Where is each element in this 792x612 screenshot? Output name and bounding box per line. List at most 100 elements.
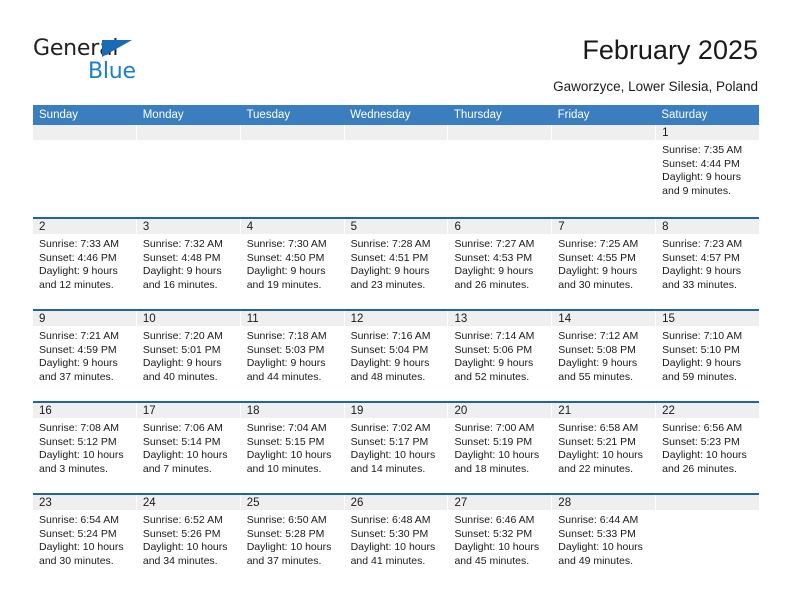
day-sun-info: Sunrise: 6:48 AM Sunset: 5:30 PM Daylight:… [345,511,448,568]
day-number [33,125,136,141]
calendar-page: General Blue February 2025 Gaworzyce, Lo… [0,0,792,612]
day-number: 22 [656,403,760,419]
calendar-day-cell[interactable]: 28 Sunrise: 6:44 AM Sunset: 5:33 PM Dayligh… [552,495,657,585]
day-number: 28 [552,495,656,511]
sunset-text: Sunset: 5:17 PM [350,435,429,448]
calendar-day-cell[interactable]: 20 Sunrise: 7:00 AM Sunset: 5:19 PM Dayligh… [448,403,553,493]
day-number: 2 [33,219,136,235]
sunset-text: Sunset: 5:14 PM [142,435,221,448]
day-number [344,125,448,141]
calendar-day-cell[interactable]: 12 Sunrise: 7:16 AM Sunset: 5:04 PM Dayligh… [344,311,449,401]
sunset-text: Sunset: 5:08 PM [558,343,636,356]
calendar-day-cell[interactable]: 19 Sunrise: 7:02 AM Sunset: 5:17 PM Dayligh… [344,403,449,493]
calendar-day-cell[interactable]: 11 Sunrise: 7:18 AM Sunset: 5:03 PM Dayligh… [240,311,345,401]
weekday-header-tuesday: Tuesday [246,109,291,121]
calendar-day-cell-empty [552,125,657,217]
day-number: 13 [448,311,552,327]
generalblue-logo[interactable]: General Blue [33,36,233,92]
sunrise-text: Sunrise: 7:10 AM [662,330,743,342]
calendar-day-cell[interactable]: 16 Sunrise: 7:08 AM Sunset: 5:12 PM Dayligh… [33,403,137,493]
calendar-day-cell[interactable]: 23 Sunrise: 6:54 AM Sunset: 5:24 PM Dayligh… [33,495,137,585]
day-number: 26 [344,495,448,511]
sunset-text: Sunset: 5:06 PM [454,343,533,356]
daylight-text: Daylight: 10 hours and 30 minutes. [39,541,124,567]
daylight-text: Daylight: 9 hours and 9 minutes. [662,171,741,197]
day-number: 5 [344,219,448,235]
calendar-day-cell[interactable]: 17 Sunrise: 7:06 AM Sunset: 5:14 PM Dayligh… [136,403,241,493]
weekday-header-friday: Friday [557,109,590,121]
calendar-day-cell[interactable]: 3 Sunrise: 7:32 AM Sunset: 4:48 PM Daylight… [136,219,241,309]
calendar-day-cell[interactable]: 2 Sunrise: 7:33 AM Sunset: 4:46 PM Daylight… [33,219,137,309]
day-sun-info: Sunrise: 6:44 AM Sunset: 5:33 PM Daylight:… [552,511,655,568]
sunset-text: Sunset: 4:44 PM [662,157,740,170]
sunset-text: Sunset: 5:15 PM [246,435,325,448]
day-number: 19 [344,403,448,419]
sunset-text: Sunset: 5:30 PM [350,527,429,540]
calendar-day-cell[interactable]: 25 Sunrise: 6:50 AM Sunset: 5:28 PM Dayligh… [240,495,345,585]
calendar-day-cell[interactable]: 24 Sunrise: 6:52 AM Sunset: 5:26 PM Dayligh… [136,495,241,585]
calendar-day-cell[interactable]: 5 Sunrise: 7:28 AM Sunset: 4:51 PM Daylight… [344,219,449,309]
day-number: 3 [136,219,240,235]
calendar-day-cell-empty [240,125,345,217]
calendar-day-cell[interactable]: 18 Sunrise: 7:04 AM Sunset: 5:15 PM Dayligh… [240,403,345,493]
day-sun-info: Sunrise: 7:00 AM Sunset: 5:19 PM Daylight:… [448,419,551,476]
sunset-text: Sunset: 5:26 PM [142,527,221,540]
sunset-text: Sunset: 4:55 PM [558,251,636,264]
day-sun-info: Sunrise: 7:16 AM Sunset: 5:04 PM Daylight:… [345,327,448,384]
day-number: 21 [552,403,656,419]
daylight-text: Daylight: 9 hours and 23 minutes. [350,265,430,291]
day-sun-info: Sunrise: 7:20 AM Sunset: 5:01 PM Daylight:… [137,327,240,384]
day-number: 12 [344,311,448,327]
day-number: 25 [240,495,344,511]
sunset-text: Sunset: 5:28 PM [246,527,325,540]
daylight-text: Daylight: 9 hours and 30 minutes. [558,265,638,291]
daylight-text: Daylight: 10 hours and 22 minutes. [558,449,643,475]
sunrise-text: Sunrise: 7:23 AM [662,238,743,250]
sunrise-text: Sunrise: 7:25 AM [558,238,639,250]
calendar-day-cell[interactable]: 10 Sunrise: 7:20 AM Sunset: 5:01 PM Dayligh… [136,311,241,401]
day-sun-info: Sunrise: 6:52 AM Sunset: 5:26 PM Daylight:… [137,511,240,568]
calendar-day-cell[interactable]: 22 Sunrise: 6:56 AM Sunset: 5:23 PM Dayligh… [656,403,760,493]
day-number: 7 [552,219,656,235]
sunrise-text: Sunrise: 7:35 AM [662,144,743,156]
daylight-text: Daylight: 10 hours and 18 minutes. [454,449,540,475]
daylight-text: Daylight: 9 hours and 40 minutes. [142,357,222,383]
day-sun-info: Sunrise: 7:04 AM Sunset: 5:15 PM Daylight:… [241,419,344,476]
calendar-week-row: 16 Sunrise: 7:08 AM Sunset: 5:12 PM Dayligh… [33,401,760,493]
sunrise-text: Sunrise: 7:12 AM [558,330,639,342]
weekday-header-saturday: Saturday [661,109,708,121]
day-sun-info: Sunrise: 7:28 AM Sunset: 4:51 PM Daylight:… [345,235,448,292]
calendar-day-cell[interactable]: 7 Sunrise: 7:25 AM Sunset: 4:55 PM Daylight… [552,219,657,309]
sunrise-text: Sunrise: 7:06 AM [142,422,223,434]
sunrise-text: Sunrise: 7:20 AM [142,330,223,342]
calendar-day-cell[interactable]: 9 Sunrise: 7:21 AM Sunset: 4:59 PM Daylight… [33,311,137,401]
day-sun-info: Sunrise: 6:58 AM Sunset: 5:21 PM Daylight:… [552,419,655,476]
sunrise-text: Sunrise: 7:27 AM [454,238,535,250]
sunrise-text: Sunrise: 7:04 AM [246,422,327,434]
sunset-text: Sunset: 4:59 PM [39,343,117,356]
calendar-day-cell[interactable]: 14 Sunrise: 7:12 AM Sunset: 5:08 PM Dayligh… [552,311,657,401]
day-number [136,125,240,141]
calendar-day-cell[interactable]: 1 Sunrise: 7:35 AM Sunset: 4:44 PM Daylight… [656,125,760,217]
daylight-text: Daylight: 9 hours and 16 minutes. [142,265,222,291]
calendar-day-cell[interactable]: 6 Sunrise: 7:27 AM Sunset: 4:53 PM Daylight… [448,219,553,309]
calendar-day-cell[interactable]: 21 Sunrise: 6:58 AM Sunset: 5:21 PM Dayligh… [552,403,657,493]
calendar-day-cell[interactable]: 15 Sunrise: 7:10 AM Sunset: 5:10 PM Dayligh… [656,311,760,401]
sunset-text: Sunset: 5:19 PM [454,435,533,448]
sunrise-text: Sunrise: 7:14 AM [454,330,535,342]
day-sun-info: Sunrise: 7:32 AM Sunset: 4:48 PM Daylight:… [137,235,240,292]
calendar-day-cell[interactable]: 27 Sunrise: 6:46 AM Sunset: 5:32 PM Dayligh… [448,495,553,585]
sunrise-text: Sunrise: 7:00 AM [454,422,535,434]
calendar-day-cell[interactable]: 4 Sunrise: 7:30 AM Sunset: 4:50 PM Daylight… [240,219,345,309]
daylight-text: Daylight: 10 hours and 14 minutes. [350,449,436,475]
calendar-day-cell[interactable]: 8 Sunrise: 7:23 AM Sunset: 4:57 PM Daylight… [656,219,760,309]
day-sun-info: Sunrise: 7:06 AM Sunset: 5:14 PM Daylight:… [137,419,240,476]
calendar-day-cell[interactable]: 26 Sunrise: 6:48 AM Sunset: 5:30 PM Dayligh… [344,495,449,585]
day-number: 6 [448,219,552,235]
day-sun-info: Sunrise: 6:50 AM Sunset: 5:28 PM Daylight:… [241,511,344,568]
day-sun-info: Sunrise: 7:10 AM Sunset: 5:10 PM Daylight:… [656,327,759,384]
day-sun-info: Sunrise: 7:35 AM Sunset: 4:44 PM Daylight:… [656,141,759,198]
day-number: 1 [656,125,760,141]
sunrise-text: Sunrise: 6:52 AM [142,514,223,526]
calendar-day-cell[interactable]: 13 Sunrise: 7:14 AM Sunset: 5:06 PM Dayligh… [448,311,553,401]
